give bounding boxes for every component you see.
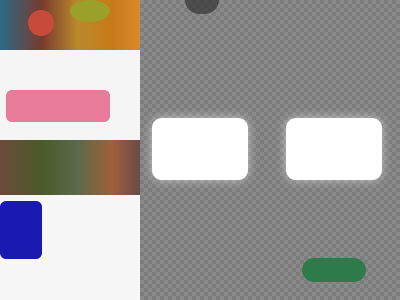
thumbnail-pink-band — [6, 90, 110, 122]
thumbnail-image-1[interactable] — [0, 0, 140, 50]
thumbnail-blue-block — [0, 201, 42, 259]
placeholder-card-left[interactable] — [152, 118, 248, 180]
thumbnail-panel — [0, 0, 140, 300]
thumbnail-blob — [28, 10, 54, 36]
confirm-button[interactable] — [302, 258, 366, 282]
screen — [0, 0, 400, 300]
thumbnail-image-3[interactable] — [0, 140, 140, 195]
placeholder-card-right[interactable] — [286, 118, 382, 180]
thumbnail-image-4[interactable] — [0, 195, 140, 300]
thumbnail-blob — [70, 0, 110, 22]
thumbnail-image-2[interactable] — [0, 50, 140, 140]
